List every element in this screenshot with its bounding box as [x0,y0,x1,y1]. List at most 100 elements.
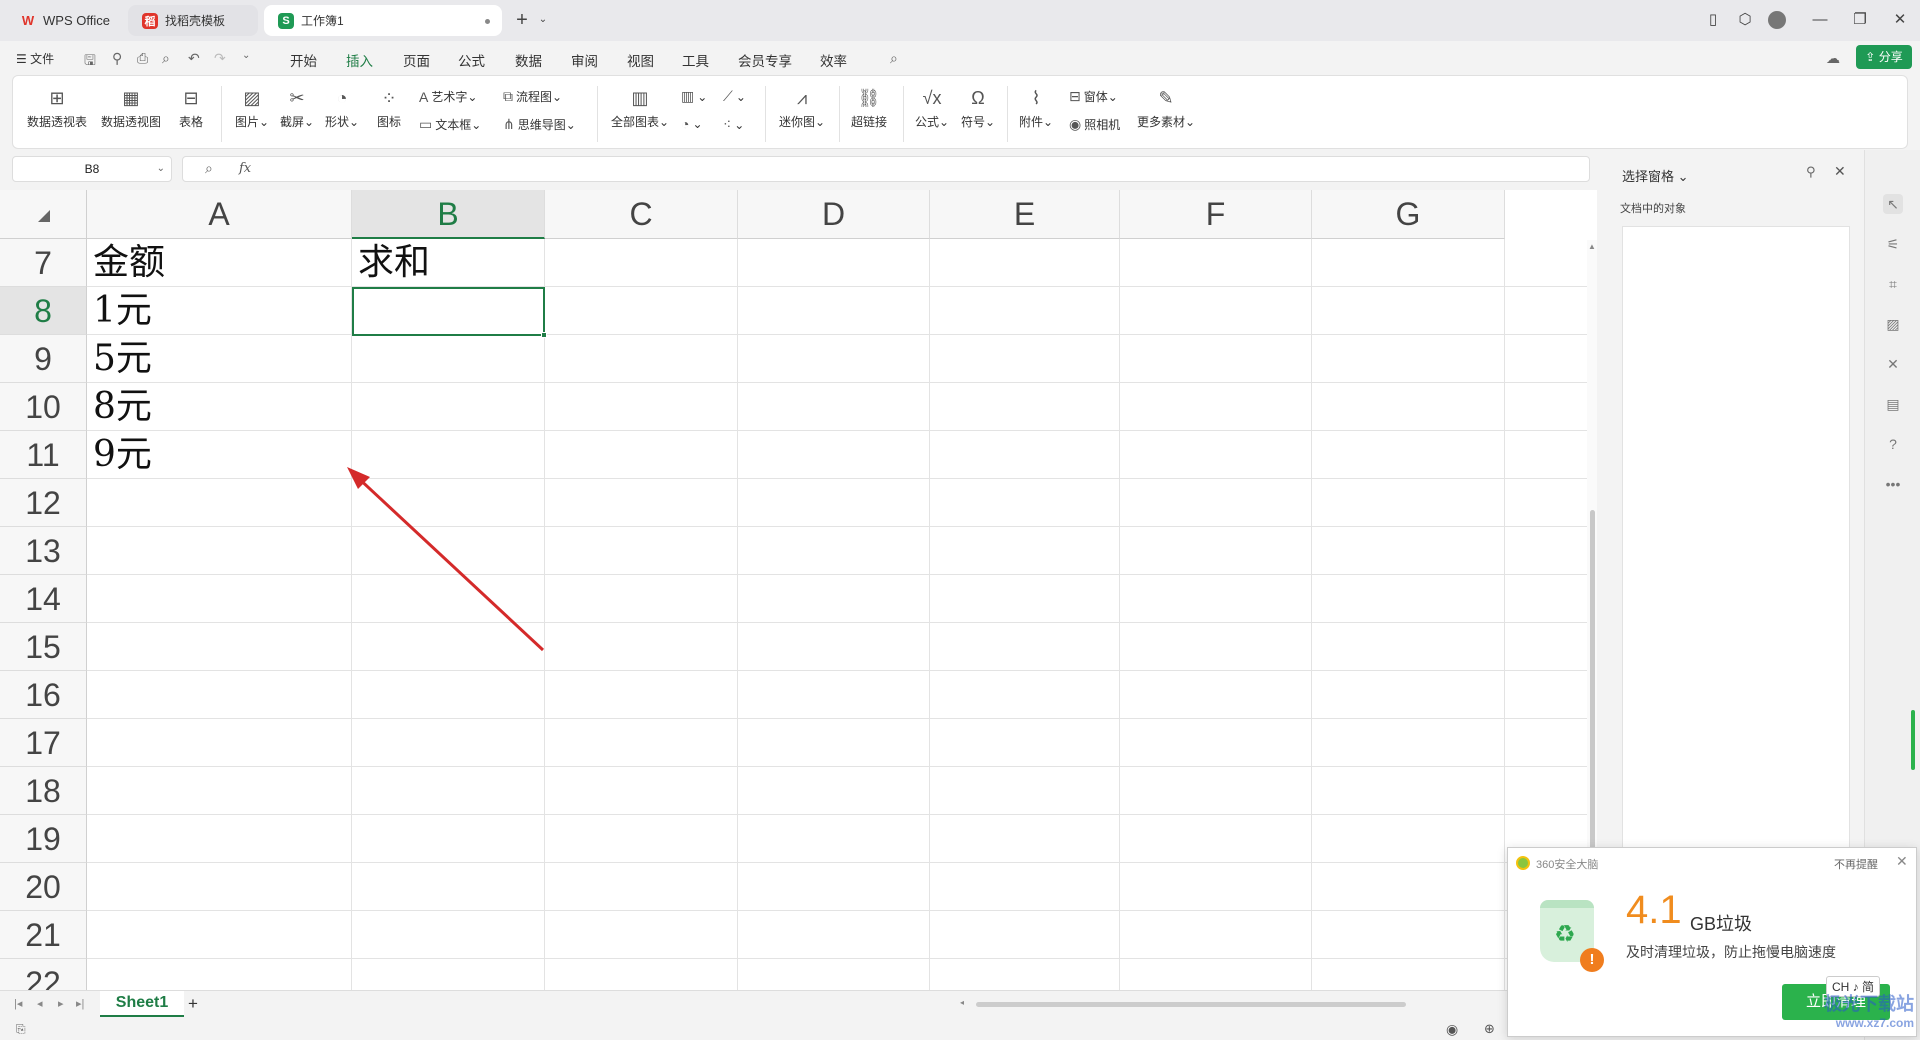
camera-button[interactable]: ◉ 照相机 [1069,116,1120,133]
menu-home[interactable]: 开始 [290,50,317,70]
new-tab-icon[interactable]: + [512,10,532,30]
ribbon-insert: ⊞ 数据透视表 ▦ 数据透视图 ⊟ 表格 ▨ 图片⌄ ✂ 截屏⌄ ◔ 形状⌄ ⁘ 图标 A 艺术… [12,75,1908,149]
more-materials-button[interactable]: ✎ 更多素材⌄ [1137,86,1195,130]
scroll-up-icon[interactable]: ▲ [1588,242,1596,251]
fx-icon[interactable]: fx [239,161,251,176]
textbox-button[interactable]: ▭ 文本框 ⌄ [419,116,481,133]
redo-icon[interactable]: ↷ [214,50,226,67]
tab-workbook[interactable]: S 工作簿1 [264,5,502,36]
scatter-chart-button[interactable]: ⁖ ⌄ [723,116,744,133]
unsaved-dot-icon [485,19,490,24]
attachment-button[interactable]: ⌇ 附件⌄ [1019,86,1053,130]
comment-icon[interactable]: ⌗ [1883,274,1903,294]
menu-review[interactable]: 审阅 [571,50,598,70]
docer-icon: 稻 [142,12,158,29]
close-icon[interactable]: ✕ [1890,10,1910,30]
book-icon[interactable]: ▤ [1883,394,1903,414]
share-button[interactable]: ⇪ 分享 [1856,45,1912,69]
menu-tools[interactable]: 工具 [682,50,709,70]
tools-icon[interactable]: ✕ [1883,354,1903,374]
table-button[interactable]: ⊟ 表格 [179,86,203,130]
spreadsheet-grid[interactable]: ABCDEFG 7 8 9 10 11 12 13 14 15 16 17 18 19 20 21 22 金额… [0,190,1597,990]
menu-data[interactable]: 数据 [515,50,542,70]
formula-button[interactable]: √x 公式⌄ [915,86,949,130]
tab-docer[interactable]: 稻 找稻壳模板 [128,5,258,36]
flowchart-button[interactable]: ⧉ 流程图 ⌄ [503,88,562,105]
help-icon[interactable]: ? [1883,434,1903,454]
form-button[interactable]: ⊟ 窗体 ⌄ [1069,88,1118,105]
menu-efficiency[interactable]: 效率 [820,50,847,70]
recycle-icon: ♻ [1554,921,1576,948]
image-edit-icon[interactable]: ▨ [1883,314,1903,334]
layout-icon[interactable]: ▯ [1703,10,1723,30]
pivot-table-button[interactable]: ⊞ 数据透视表 [27,86,87,130]
symbol-button[interactable]: Ω 符号⌄ [961,86,995,130]
menu-insert[interactable]: 插入 [346,50,373,77]
pie-chart-button[interactable]: ◔ ⌄ [681,116,703,132]
pivot-chart-button[interactable]: ▦ 数据透视图 [101,86,161,130]
cloud-icon[interactable]: ☁ [1826,50,1840,67]
picture-button[interactable]: ▨ 图片⌄ [235,86,269,130]
undo-icon[interactable]: ↶ [188,50,200,67]
menu-member[interactable]: 会员专享 [738,50,792,70]
chevron-down-icon[interactable]: ⌄ [242,50,250,61]
more-icon[interactable]: ••• [1883,474,1903,494]
file-menu[interactable]: ☰ 文件 [16,50,54,67]
sparkline-button[interactable]: ⩘ 迷你图⌄ [779,86,825,130]
chevron-down-icon[interactable]: ⌄ [533,10,553,30]
menu-page[interactable]: 页面 [403,50,430,70]
sliders-icon[interactable]: ⚟ [1883,234,1903,254]
all-charts-button[interactable]: ▥ 全部图表⌄ [611,86,669,130]
layout-icon[interactable]: ⊕ [1484,1021,1495,1037]
sheet-tab-sheet1[interactable]: Sheet1 [100,991,184,1017]
add-sheet-icon[interactable]: + [188,994,198,1014]
menu-formula[interactable]: 公式 [458,50,485,70]
ribbon-divider [839,86,840,142]
hyperlink-button[interactable]: ⛓ 超链接 [851,86,887,130]
last-sheet-icon[interactable]: ▸| [76,997,84,1010]
pin-icon[interactable]: ⚲ [1806,164,1816,180]
avatar[interactable] [1768,11,1786,29]
scroll-left-icon[interactable]: ◂ [960,998,964,1007]
eye-icon[interactable]: ◉ [1446,1021,1458,1038]
macro-icon[interactable]: ⎘ [16,1022,26,1037]
zoom-icon[interactable]: ⌕ [205,160,213,177]
objects-label: 文档中的对象 [1620,203,1686,215]
search-icon[interactable]: ⌕ [890,50,898,67]
pin-icon[interactable]: ⚲ [112,50,122,67]
wordart-button[interactable]: A 艺术字 ⌄ [419,88,477,105]
cube-icon[interactable]: ⬡ [1735,10,1755,30]
icon-button[interactable]: ⁘ 图标 [377,86,401,130]
line-chart-button[interactable]: ⟋ ⌄ [723,88,746,105]
green-indicator [1911,710,1915,770]
dont-remind-link[interactable]: 不再提醒 [1834,856,1878,872]
name-box[interactable]: B8 ⌄ [12,156,172,182]
close-icon[interactable]: ✕ [1834,163,1846,180]
horizontal-scrollbar[interactable]: ◂ [960,998,1420,1009]
cursor-icon[interactable]: ↖ [1883,194,1903,214]
shape-button[interactable]: ◔ 形状⌄ [325,86,359,130]
print-icon[interactable]: ⎙ [137,50,148,67]
button-label: 表格 [179,115,204,129]
screenshot-button[interactable]: ✂ 截屏⌄ [280,86,314,130]
selection-pane-title[interactable]: 选择窗格 ⌄ [1622,166,1689,185]
save-icon[interactable]: 🖫 [84,50,96,74]
pie-chart-icon: ◔ [681,116,690,132]
objects-list[interactable] [1622,226,1850,856]
minimize-icon[interactable]: — [1810,10,1830,30]
line-chart-icon: ⟋ [723,88,733,104]
wps-logo-icon: W [21,13,35,28]
mindmap-button[interactable]: ⋔ 思维导图 ⌄ [503,116,576,133]
restore-icon[interactable]: ❐ [1850,10,1870,30]
next-sheet-icon[interactable]: ▸ [58,997,64,1010]
tab-wps-office[interactable]: W WPS Office [6,5,122,36]
menu-view[interactable]: 视图 [627,50,654,70]
prev-sheet-icon[interactable]: ◂ [37,997,43,1010]
column-chart-button[interactable]: ▥ ⌄ [681,88,707,105]
close-icon[interactable]: ✕ [1896,853,1908,870]
print-preview-icon[interactable]: ⌕ [162,50,170,67]
button-label: 公式⌄ [915,115,950,129]
first-sheet-icon[interactable]: |◂ [14,997,22,1010]
scrollbar-thumb[interactable] [976,1002,1406,1007]
formula-bar[interactable]: ⌕ fx [182,156,1590,182]
